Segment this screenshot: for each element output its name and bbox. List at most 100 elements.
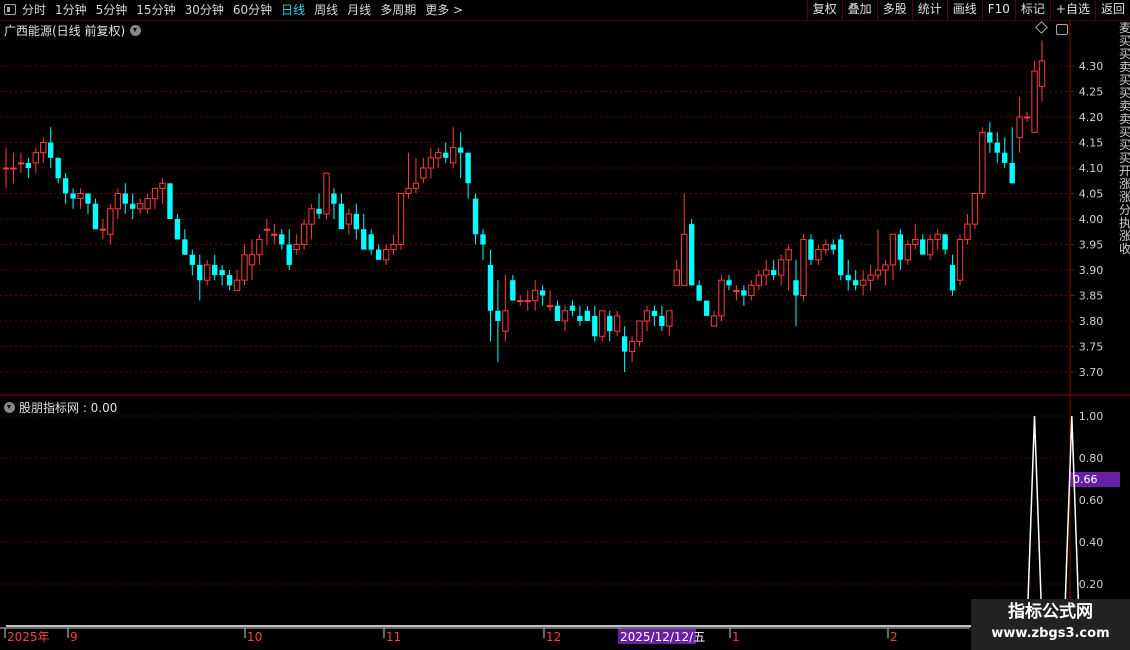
candle-body-up [502,310,509,332]
candle-body-up [643,310,651,322]
y-tick-label: 3.85 [1079,290,1104,303]
candle-body-down [621,336,628,352]
period-tab[interactable]: 分时 [22,0,46,20]
candle-body-down [316,208,322,214]
candle-body-up [874,269,882,276]
candle-body-down [897,234,904,260]
candle-body-up [412,182,420,189]
toolbar-button[interactable]: F10 [981,0,1015,20]
watermark-line1: 指标公式网 [1008,602,1093,622]
candle-body-down [689,224,695,286]
candle-body-down [793,280,799,296]
toolbar-button[interactable]: 标记 [1014,0,1050,20]
candle-body-up [971,193,979,225]
toolbar-button[interactable]: 返回 [1094,0,1130,20]
period-tab[interactable]: 5分钟 [96,0,128,20]
candle-body-down [852,280,859,286]
candle-body-up [345,213,353,225]
candle-body-up [40,142,47,154]
y-tick-label: 3.75 [1079,341,1104,354]
y-tick-label: 3.70 [1079,366,1104,379]
y-tick-label: 3.95 [1079,239,1104,252]
period-tab[interactable]: 周线 [314,0,338,20]
period-tab[interactable]: 月线 [347,0,371,20]
candle-body-up [763,269,770,276]
toolbar-button[interactable]: 画线 [946,0,982,20]
candle-body-down [189,254,196,265]
period-tab[interactable]: 更多 > [425,0,463,20]
candle-body-down [338,203,345,230]
candle-body-down [741,290,747,296]
candle-body-down [219,270,225,276]
y-tick-label: 4.00 [1079,213,1104,226]
candle-body-up [1016,116,1023,138]
candle-body-up [1031,70,1038,133]
period-tab[interactable]: 多周期 [380,0,416,20]
candle-body-down [554,305,561,321]
candle-body-up [561,310,569,322]
side-signal: 收 [1119,242,1130,256]
period-tab[interactable]: 日线 [281,0,305,20]
x-tick-label: 11 [386,630,401,644]
menu-icon[interactable] [4,4,16,15]
candle-body-up [136,203,144,210]
candle-body-up [420,167,427,179]
candle-body-up [822,244,830,251]
candle-body-down [592,315,598,337]
candle-body-up [382,249,390,261]
y-tick-label: 1.00 [1079,410,1104,423]
x-tick-label: 9 [70,630,78,644]
toolbar-button[interactable]: 多股 [876,0,912,20]
x-tick-label: 2025/12/12/五 [620,630,705,644]
indicator-line [6,415,1081,627]
candle-body-down [465,152,471,184]
period-tab[interactable]: 30分钟 [185,0,224,20]
candle-body-up [599,310,606,337]
candle-body-down [286,244,292,265]
candle-body-up [151,187,159,200]
candle-body-up [524,300,531,303]
candle-body-down [487,264,494,311]
toolbar-button[interactable]: 复权 [806,0,842,20]
candle-body-up [517,300,524,303]
candle-body-down [92,203,99,230]
candle-body-up [300,223,308,246]
candle-body-down [703,300,710,316]
candle-body-down [569,305,576,311]
candle-body-up [777,259,785,276]
candle-body-up [248,254,256,266]
y-tick-label: 4.05 [1079,188,1104,201]
candle-body-down [70,193,76,199]
current-value-label: 0.66 [1073,473,1098,486]
candle-body-up [256,238,263,256]
candle-body-down [368,234,374,250]
candle-body-up [785,249,792,261]
candle-body-up [233,279,241,291]
candle-body-down [830,244,836,250]
candle-body-up [733,289,740,292]
y-tick-label: 3.80 [1079,315,1104,328]
period-tab[interactable]: 1分钟 [55,0,87,20]
candle-body-down [838,239,844,276]
candle-body-up [815,249,822,261]
candle-body-down [771,270,777,276]
candle-body-down [659,315,665,327]
y-tick-label: 3.90 [1079,264,1104,277]
candle-body-down [62,178,69,194]
candle-body-up [308,208,315,225]
period-tab[interactable]: 15分钟 [136,0,175,20]
candle-body-down [726,280,732,286]
candle-body-up [666,310,673,327]
right-toolbar: 复权 叠加 多股 统计 画线 F10 标记 +自选 返回 [806,0,1130,20]
toolbar-button[interactable]: 叠加 [841,0,877,20]
candle-body-down [472,198,479,235]
period-tab[interactable]: 60分钟 [233,0,272,20]
candle-body-down [375,249,382,260]
x-tick-label: 1 [732,630,740,644]
toolbar-button[interactable]: +自选 [1049,0,1095,20]
candlestick-chart[interactable]: 4.30 4.25 4.20 4.15 4.10 4.05 4.00 3.95 3.90 3.85… [0,20,1130,650]
toolbar-button[interactable]: 统计 [911,0,947,20]
period-tabs: 分时 1分钟 5分钟 15分钟 30分钟 60分钟 日线 周线 月线 多周期 更多 > [22,0,472,20]
candle-body-down [584,310,591,321]
candle-body-up [323,172,330,215]
